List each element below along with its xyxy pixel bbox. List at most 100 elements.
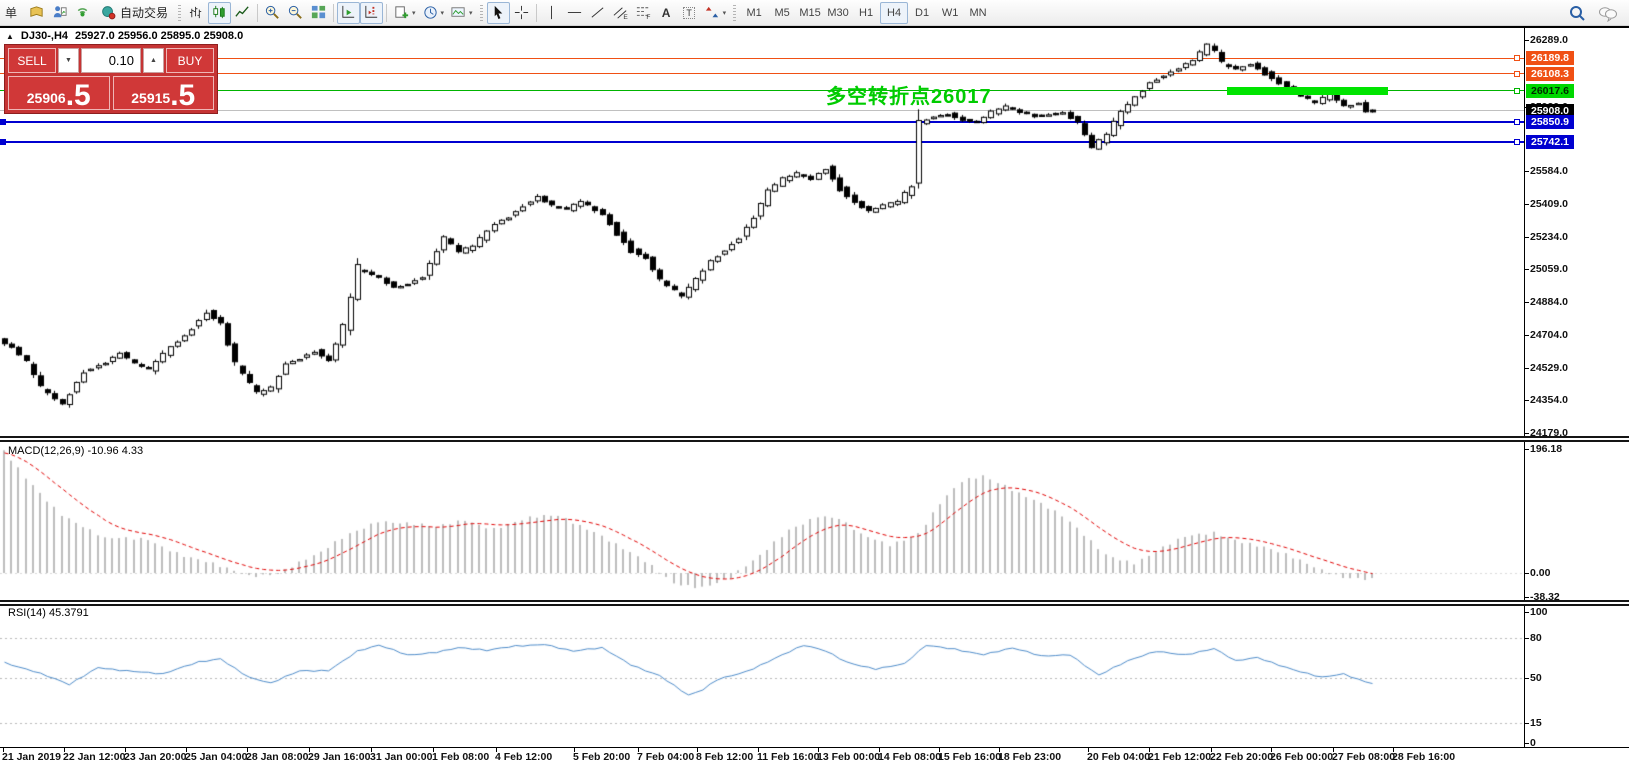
timeframe-button-H1[interactable]: H1 [852,2,880,24]
signals-button[interactable] [71,2,94,24]
time-axis-tick [574,748,575,752]
chart-shift-button[interactable] [360,1,384,24]
toolbar-grip [178,4,182,21]
time-axis-tick [247,748,248,752]
time-axis-label: 21 Feb 12:00 [1148,751,1212,763]
text-label-button[interactable]: T [678,2,701,24]
toolbar-separator [535,3,537,22]
toolbar-separator [333,3,335,22]
search-button[interactable] [1565,2,1589,24]
ohlc-values: 25927.0 25956.0 25895.0 25908.0 [75,30,244,42]
chevron-down-icon[interactable]: ▾ [412,9,416,17]
timeframe-button-M15[interactable]: M15 [796,2,824,24]
new-chart-button[interactable]: ▾ [390,2,419,24]
tile-windows-button[interactable] [307,2,330,24]
buy-price-frac: .5 [170,79,196,110]
text-button[interactable]: A [655,2,678,24]
timeframe-button-D1[interactable]: D1 [908,2,936,24]
collapse-panel-icon[interactable]: ▲ [6,32,14,41]
profiles-button[interactable]: ▾ [419,2,448,24]
template-icon [451,7,465,17]
volume-decrease-button[interactable]: ▼ [58,48,79,73]
chart-plot-canvas[interactable] [0,28,1524,747]
pane-divider-rsi[interactable] [0,600,1629,606]
chevron-down-icon[interactable]: ▾ [723,9,727,17]
price-axis-label: 100 [1524,606,1548,618]
timeframe-button-M5[interactable]: M5 [768,2,796,24]
price-tag: 25742.1 [1526,135,1574,149]
text-tool-icon: A [661,5,671,20]
buy-button[interactable]: BUY [166,48,214,73]
line-handle[interactable] [0,139,6,145]
main-toolbar: 单 自动交易 ▾ ▾ ▾ E F A T ▾ M1 M5 M15 M30 H1 … [0,0,1629,26]
volume-input[interactable] [81,48,141,73]
price-tag: 25850.9 [1526,115,1574,129]
autoscroll-button[interactable] [337,1,361,24]
cursor-icon [494,5,502,20]
price-tag: 26189.8 [1526,51,1574,65]
volume-increase-button[interactable]: ▲ [143,48,164,73]
buy-price-int: 25915 [131,90,171,106]
candlestick-chart-button[interactable] [208,1,232,24]
timeframe-button-W1[interactable]: W1 [936,2,964,24]
templates-button[interactable]: ▾ [447,2,476,24]
time-axis-tick [433,748,434,752]
line-handle[interactable] [1514,55,1520,61]
time-axis-tick [697,748,698,752]
sell-price-display[interactable]: 25906 .5 [8,76,110,110]
price-axis-label: 50 [1524,672,1542,684]
price-axis-label: 80 [1524,632,1542,644]
chat-button[interactable] [1595,2,1621,24]
cursor-button[interactable] [486,1,510,24]
line-chart-button[interactable] [231,2,254,24]
time-axis-label: 27 Feb 08:00 [1332,751,1396,763]
autotrading-button[interactable]: 自动交易 [94,2,174,24]
horizontal-line-button[interactable] [563,2,586,24]
new-order-button[interactable]: 单 [2,2,25,24]
crosshair-button[interactable] [510,2,533,24]
zoom-out-button[interactable] [284,2,307,24]
chevron-down-icon[interactable]: ▾ [441,9,445,17]
channel-button[interactable]: E [609,2,632,24]
broadcast-icon [77,8,88,17]
price-axis-label: 26289.0 [1524,34,1568,46]
fibonacci-button[interactable]: F [632,2,655,24]
chart-shift-icon [365,5,378,18]
book-button[interactable] [25,2,48,24]
zoom-in-button[interactable] [261,2,284,24]
line-handle[interactable] [1514,71,1520,77]
time-axis-label: 22 Feb 20:00 [1210,751,1274,763]
pane-divider-macd[interactable] [0,436,1629,442]
line-handle[interactable] [1514,139,1520,145]
vertical-line-button[interactable] [540,2,563,24]
trendline-button[interactable] [586,2,609,24]
arrows-button[interactable]: ▾ [701,2,730,24]
line-handle[interactable] [0,119,6,125]
time-axis-label: 8 Feb 12:00 [696,751,754,763]
strategy-tester-button[interactable] [48,2,71,24]
otc-controls-row: SELL ▼ ▲ BUY [8,48,214,73]
buy-price-display[interactable]: 25915 .5 [112,76,214,110]
bar-chart-button[interactable] [185,2,208,24]
time-axis-tick [939,748,940,752]
time-axis-label: 1 Feb 08:00 [432,751,490,763]
annotation-text[interactable]: 多空转折点26017 [826,80,992,109]
line-handle[interactable] [1514,88,1520,94]
line-handle[interactable] [1514,119,1520,125]
timeframe-button-M30[interactable]: M30 [824,2,852,24]
search-icon [1570,5,1585,21]
clock-icon [423,6,437,19]
sell-button[interactable]: SELL [8,48,56,73]
sell-price-int: 25906 [26,90,66,106]
label-tool-icon: T [683,6,695,19]
chevron-down-icon[interactable]: ▾ [469,9,473,17]
symbol-title: DJ30-,H4 [20,30,68,42]
time-axis-tick [999,748,1000,752]
time-axis-label: 4 Feb 12:00 [495,751,553,763]
timeframe-button-MN[interactable]: MN [964,2,992,24]
timeframe-button-M1[interactable]: M1 [740,2,768,24]
highlight-bar[interactable] [1227,87,1388,95]
timeframe-button-H4[interactable]: H4 [880,1,909,24]
toolbar-right-icons [1565,2,1621,24]
price-axis-label: 25234.0 [1524,231,1568,243]
